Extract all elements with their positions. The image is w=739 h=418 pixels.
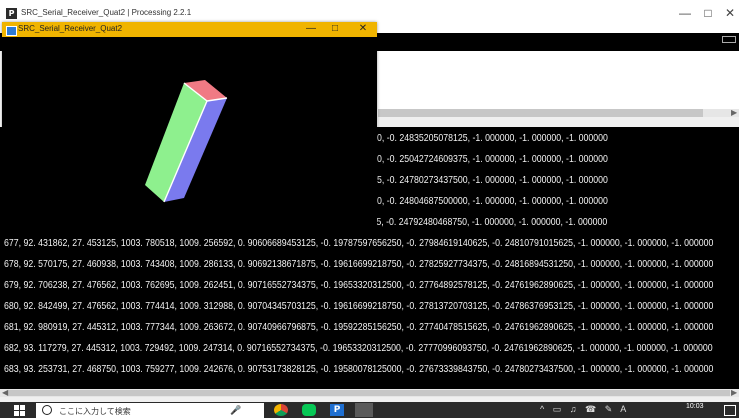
line-icon[interactable] (302, 404, 316, 416)
console-line: 680, 92. 842499, 27. 476562, 1003. 77441… (4, 301, 714, 312)
main-window-title: SRC_Serial_Receiver_Quat2 | Processing 2… (21, 8, 192, 17)
sketch-close-button[interactable]: ✕ (356, 23, 370, 35)
minimize-button[interactable]: — (677, 6, 693, 20)
processing-icon[interactable]: P (330, 404, 344, 416)
console-line: 677, 92. 431862, 27. 453125, 1003. 78051… (4, 238, 714, 249)
processing-app-icon: P (6, 8, 17, 19)
scroll-left-arrow-icon[interactable]: ◀ (2, 388, 8, 397)
console-line: 681, 92. 980919, 27. 445312, 1003. 77734… (4, 322, 714, 333)
search-icon (42, 405, 52, 415)
task-view-icon[interactable]: ▦ (244, 404, 258, 416)
toolbar-mode-button[interactable] (722, 36, 736, 43)
taskbar-clock[interactable]: 10:03 (686, 403, 704, 411)
system-tray-icons[interactable]: ^ ▭ ♫ ☎ ✎ A (540, 404, 629, 415)
sketch-taskbar-icon[interactable] (355, 403, 373, 417)
scroll-right-arrow-icon[interactable]: ▶ (731, 388, 737, 397)
message-area (378, 117, 739, 127)
console-line: 678, 92. 570175, 27. 460938, 1003. 74340… (4, 259, 714, 270)
sketch-minimize-button[interactable]: — (304, 23, 318, 35)
maximize-button[interactable]: □ (700, 6, 716, 20)
console-scrollbar-thumb[interactable] (8, 390, 730, 396)
console-line: 679, 92. 706238, 27. 476562, 1003. 76269… (4, 280, 714, 291)
scroll-right-arrow-icon[interactable]: ▶ (731, 108, 737, 117)
notification-icon[interactable] (724, 405, 736, 416)
editor-scrollbar-thumb[interactable] (378, 109, 703, 117)
sketch-maximize-button[interactable]: □ (328, 23, 342, 35)
close-button[interactable]: ✕ (722, 6, 738, 20)
windows-start-icon[interactable] (14, 405, 25, 416)
sketch-canvas (145, 80, 228, 203)
sketch-window-icon (6, 26, 17, 36)
microphone-icon[interactable]: 🎤 (230, 405, 241, 416)
search-placeholder: ここに入力して検索 (59, 407, 131, 416)
console-line: 682, 93. 117279, 27. 445312, 1003. 72949… (4, 343, 713, 354)
sketch-window-title: SRC_Serial_Receiver_Quat2 (18, 24, 123, 33)
chrome-icon[interactable] (274, 404, 288, 416)
console-line: 683, 93. 253731, 27. 468750, 1003. 75927… (4, 364, 714, 375)
code-editor-area[interactable] (378, 51, 739, 109)
